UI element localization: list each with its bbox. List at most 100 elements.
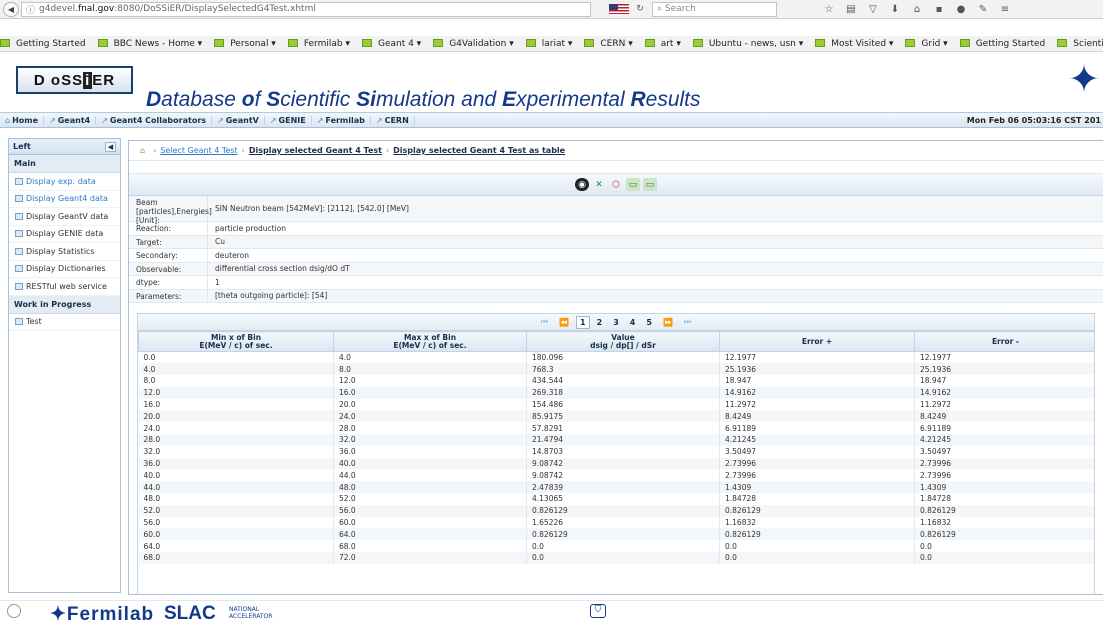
collapse-icon[interactable]: ◀ <box>105 141 116 152</box>
table-row[interactable]: 28.0 32.0 21.4794 4.21245 4.21245 <box>138 434 1094 446</box>
sidebar-item-display-exp-data[interactable]: Display exp. data <box>9 173 120 191</box>
sidebar-item-display-statistics[interactable]: Display Statistics <box>9 243 120 261</box>
xml-icon[interactable]: ▭ <box>643 178 657 191</box>
plot-icon[interactable]: ◉ <box>575 178 589 191</box>
table-cell: 44.0 <box>138 481 334 494</box>
table-row[interactable]: 16.0 20.0 154.486 11.2972 11.2972 <box>138 398 1094 411</box>
bookmark-item[interactable]: G4Validation ▾ <box>433 38 520 49</box>
column-header[interactable]: Error + <box>719 331 915 352</box>
bookmark-item[interactable]: Grid ▾ <box>905 38 953 49</box>
bookmark-item[interactable]: lariat ▾ <box>525 38 579 49</box>
topnav-genie[interactable]: ↗ GENIE <box>265 115 312 125</box>
table-row[interactable]: 32.0 36.0 14.8703 3.50497 3.50497 <box>138 445 1094 458</box>
star-icon[interactable]: ☆ <box>818 4 840 15</box>
search-input[interactable]: ⌕ Search <box>652 1 777 17</box>
dossier-logo[interactable]: D oSS i ER <box>16 66 133 94</box>
table-row[interactable]: 56.0 60.0 1.65226 1.16832 1.16832 <box>138 516 1094 529</box>
download-icon[interactable]: ⬇ <box>884 4 906 15</box>
pdf-icon[interactable]: ⬡ <box>609 178 623 191</box>
bookmark-item[interactable]: Geant 4 ▾ <box>361 38 427 49</box>
extension-icon[interactable]: ▪ <box>928 4 950 15</box>
table-cell: 57.8291 <box>526 422 720 435</box>
csv-icon[interactable]: ▭ <box>626 178 640 191</box>
table-cell: 4.13065 <box>526 493 720 505</box>
breadcrumb-display-test[interactable]: Display selected Geant 4 Test <box>249 146 382 155</box>
pager-page[interactable]: 1 <box>576 315 590 329</box>
table-cell: 12.1977 <box>914 351 1094 364</box>
address-bar[interactable]: ⓘ g4devel. fnal.gov:8080/DoSSiER/DisplayS… <box>21 1 591 17</box>
pocket-icon[interactable]: ▽ <box>862 4 884 15</box>
topnav-fermilab[interactable]: ↗ Fermilab <box>312 115 371 125</box>
table-row[interactable]: 44.0 48.0 2.47839 1.4309 1.4309 <box>138 481 1094 494</box>
pager-page[interactable]: 3 <box>609 316 623 329</box>
info-value: particle production <box>215 223 286 233</box>
addon-icon[interactable]: ● <box>950 4 972 15</box>
table-row[interactable]: 36.0 40.0 9.08742 2.73996 2.73996 <box>138 457 1094 470</box>
pager-page[interactable]: 2 <box>593 316 607 329</box>
pager-last[interactable]: ⏭ <box>684 317 691 327</box>
reload-icon[interactable]: ↻ <box>632 3 648 16</box>
bookmark-item[interactable]: Ubuntu - news, usn ▾ <box>692 38 809 49</box>
info-value: 1 <box>215 277 220 287</box>
table-row[interactable]: 60.0 64.0 0.826129 0.826129 0.826129 <box>138 528 1094 541</box>
info-icon[interactable]: ⓘ <box>26 3 35 16</box>
topnav-cern[interactable]: ↗ CERN <box>371 115 415 125</box>
page-icon <box>15 195 23 203</box>
bookmark-item[interactable]: BBC News - Home ▾ <box>97 38 209 49</box>
table-cell: 1.84728 <box>719 493 915 505</box>
library-icon[interactable]: ▤ <box>840 4 862 15</box>
bookmark-item[interactable]: Scientific Linux <box>1057 38 1103 49</box>
sidebar-item-display-genie-data[interactable]: Display GENIE data <box>9 226 120 243</box>
home-icon[interactable]: ⌂ <box>906 4 928 15</box>
topnav-home[interactable]: ⌂ Home <box>0 115 45 125</box>
home-icon[interactable]: ⌂ <box>140 146 145 155</box>
topnav-geant4-collaborators[interactable]: ↗ Geant4 Collaborators <box>96 115 213 125</box>
pager-next[interactable]: ⏩ <box>663 318 673 327</box>
sidebar-item-restful-web-service[interactable]: RESTful web service <box>9 278 120 296</box>
bookmark-item[interactable]: art ▾ <box>644 38 687 49</box>
topnav-geant4[interactable]: ↗ Geant4 <box>44 115 97 125</box>
table-cell: 24.0 <box>138 422 334 435</box>
menu-icon[interactable]: ≡ <box>994 4 1016 15</box>
table-cell: 1.16832 <box>719 516 915 529</box>
pager-prev[interactable]: ⏪ <box>559 318 569 327</box>
column-header[interactable]: Max x of Bin E(MeV / c) of sec. <box>333 331 527 352</box>
table-row[interactable]: 20.0 24.0 85.9175 8.4249 8.4249 <box>138 410 1094 423</box>
back-button[interactable]: ◀ <box>3 1 19 17</box>
pager-first[interactable]: ⏮ <box>541 317 548 327</box>
sidebar-item-display-dictionaries[interactable]: Display Dictionaries <box>9 261 120 278</box>
table-row[interactable]: 52.0 56.0 0.826129 0.826129 0.826129 <box>138 504 1094 517</box>
bookmark-item[interactable]: Getting Started <box>959 38 1052 49</box>
bookmark-item[interactable]: Fermilab ▾ <box>287 38 356 49</box>
bookmark-item[interactable]: Most Visited ▾ <box>815 38 899 49</box>
breadcrumb-select-test[interactable]: Select Geant 4 Test <box>160 146 237 155</box>
title-part: cientific <box>280 88 357 111</box>
sidebar-item-display-geant4-data[interactable]: Display Geant4 data <box>9 191 120 208</box>
bookmark-item[interactable]: Personal ▾ <box>214 38 282 49</box>
column-header[interactable]: Min x of Bin E(MeV / c) of sec. <box>138 331 334 352</box>
table-row[interactable]: 64.0 68.0 0.0 0.0 0.0 <box>138 540 1094 553</box>
table-row[interactable]: 0.0 4.0 180.096 12.1977 12.1977 <box>138 351 1094 364</box>
table-row[interactable]: 68.0 72.0 0.0 0.0 0.0 <box>138 552 1094 564</box>
table-row[interactable]: 4.0 8.0 768.3 25.1936 25.1936 <box>138 363 1094 376</box>
column-header[interactable]: Value dsig / dp[] / dSr <box>526 331 720 352</box>
excel-icon[interactable]: ✕ <box>592 178 606 191</box>
table-row[interactable]: 12.0 16.0 269.318 14.9162 14.9162 <box>138 386 1094 399</box>
title-part: f <box>254 88 267 111</box>
column-header[interactable]: Error - <box>914 331 1094 352</box>
bookmark-item[interactable]: CERN ▾ <box>584 38 638 49</box>
pager-page[interactable]: 4 <box>626 316 640 329</box>
table-row[interactable]: 40.0 44.0 9.08742 2.73996 2.73996 <box>138 469 1094 482</box>
breadcrumb-display-table[interactable]: Display selected Geant 4 Test as table <box>393 146 565 155</box>
bookmark-item[interactable]: Getting Started <box>0 38 92 49</box>
table-row[interactable]: 8.0 12.0 434.544 18.947 18.947 <box>138 375 1094 387</box>
topnav-geantv[interactable]: ↗ GeantV <box>212 115 265 125</box>
bookmark-label: Scientific Linux <box>1073 38 1103 49</box>
pager-page[interactable]: 5 <box>642 316 656 329</box>
tools-icon[interactable]: ✎ <box>972 4 994 15</box>
sidebar-item-display-geantv-data[interactable]: Display GeantV data <box>9 208 120 226</box>
sidebar-item-label: Display Statistics <box>26 246 95 256</box>
table-row[interactable]: 24.0 28.0 57.8291 6.91189 6.91189 <box>138 422 1094 435</box>
table-row[interactable]: 48.0 52.0 4.13065 1.84728 1.84728 <box>138 493 1094 505</box>
sidebar-item-test[interactable]: Test <box>9 314 120 331</box>
